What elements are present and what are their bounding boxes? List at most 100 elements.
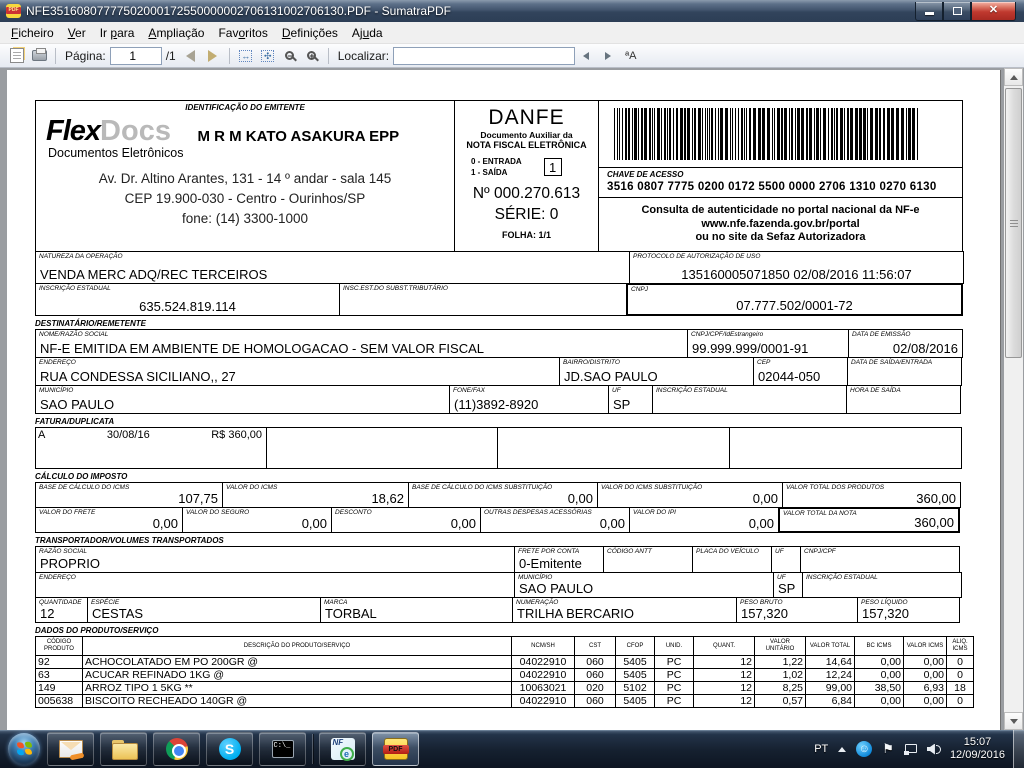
taskbar-separator — [312, 734, 313, 764]
menu-favoritos[interactable]: Favoritos — [211, 23, 274, 43]
find-label: Localizar: — [337, 48, 390, 63]
produto-cell: 0,57 — [754, 694, 806, 708]
minimize-button[interactable] — [915, 1, 943, 21]
chave-acesso-valor: 3516 0807 7775 0200 0172 5500 0000 2706 … — [607, 181, 937, 193]
menu-ficheiro[interactable]: Ficheiro — [4, 23, 61, 43]
produtos-header-cell: CÓDIGO PRODUTO — [35, 636, 83, 656]
menu-defini-es[interactable]: Definições — [275, 23, 345, 43]
menu-ir-para[interactable]: Ir para — [93, 23, 142, 43]
produto-cell: ARROZ TIPO 1 5KG ** — [82, 681, 512, 695]
produto-cell: ACUCAR REFINADO 1KG @ — [82, 668, 512, 682]
open-file-button[interactable] — [6, 46, 28, 66]
produto-cell: 060 — [574, 694, 616, 708]
field-dest-cep: CEP 02044-050 — [753, 357, 848, 386]
system-tray: PT ☺ ⚑ 15:07 12/09/2016 — [809, 730, 1024, 768]
zoom-out-icon: − — [285, 51, 295, 61]
scroll-up-button[interactable] — [1004, 68, 1023, 86]
show-hidden-icons-button[interactable] — [838, 746, 847, 752]
chrome-icon — [165, 738, 188, 760]
section-imposto: CÁLCULO DO IMPOSTO — [35, 472, 128, 481]
restore-button[interactable] — [943, 1, 971, 21]
produto-cell: 12,24 — [805, 668, 855, 682]
find-input[interactable] — [393, 46, 576, 65]
fit-page-button[interactable]: ✣ — [257, 46, 279, 66]
next-page-button[interactable] — [202, 46, 224, 66]
fit-width-icon: ↔ — [239, 49, 253, 62]
volume-icon[interactable] — [926, 743, 941, 755]
produto-cell: 04022910 — [511, 655, 575, 669]
produto-cell: 92 — [35, 655, 83, 669]
prev-page-button[interactable] — [180, 46, 202, 66]
zoom-out-button[interactable]: − — [279, 46, 301, 66]
taskbar-sumatrapdf-button[interactable] — [372, 732, 419, 766]
taskbar-explorer-button[interactable] — [100, 732, 147, 766]
produto-cell: 060 — [574, 668, 616, 682]
field-cnpj: CNPJ 07.777.502/0001-72 — [626, 283, 963, 316]
network-icon[interactable] — [903, 743, 917, 755]
danfe-box: DANFE Documento Auxiliar da NOTA FISCAL … — [454, 100, 599, 252]
print-icon — [31, 48, 47, 61]
find-next-button[interactable] — [597, 46, 619, 66]
fatura-cell: A 30/08/16 R$ 360,00 — [35, 427, 267, 469]
field-insc-estadual: INSCRIÇÃO ESTADUAL 635.524.819.114 — [35, 283, 340, 316]
scrollbar-thumb[interactable] — [1005, 88, 1022, 358]
nfe-icon: NF e — [330, 738, 355, 761]
field-row: QUANTIDADE 12 ESPÉCIE CESTAS MARCA TORBAL NUME… — [35, 597, 965, 623]
print-button[interactable] — [28, 46, 50, 66]
close-button[interactable]: ✕ — [971, 1, 1016, 21]
vertical-scrollbar[interactable] — [1004, 68, 1023, 730]
taskbar-skype-button[interactable]: S — [206, 732, 253, 766]
field-insc-subst: INSC.EST.DO SUBST.TRIBUTÁRIO — [339, 283, 627, 316]
field-vol-especie: ESPÉCIE CESTAS — [87, 597, 321, 623]
produto-cell: PC — [654, 655, 694, 669]
fit-width-button[interactable]: ↔ — [235, 46, 257, 66]
taskbar-mail-button[interactable] — [47, 732, 94, 766]
taskbar-chrome-button[interactable] — [153, 732, 200, 766]
field-transp-frete: FRETE POR CONTA 0-Emitente — [514, 546, 604, 573]
field-dest-municipio: MUNICÍPIO SAO PAULO — [35, 385, 450, 414]
field-transp-municipio: MUNICÍPIO SAO PAULO — [514, 572, 774, 598]
tray-app-icon[interactable]: ☺ — [856, 741, 873, 757]
emitente-title: IDENTIFICAÇÃO DO EMITENTE — [185, 103, 305, 112]
sumatra-pdf-app-icon — [6, 4, 21, 18]
produtos-header-cell: CFOP — [615, 636, 655, 656]
produtos-header-cell: QUANT. — [693, 636, 755, 656]
field-dest-emissao: DATA DE EMISSÃO 02/08/2016 — [848, 329, 963, 358]
show-desktop-button[interactable] — [1013, 730, 1024, 768]
taskbar-cmd-button[interactable]: C:\_ — [259, 732, 306, 766]
produto-cell: 1,02 — [754, 668, 806, 682]
zoom-in-button[interactable]: + — [301, 46, 323, 66]
taskbar-nfe-button[interactable]: NF e — [319, 732, 366, 766]
find-prev-button[interactable] — [575, 46, 597, 66]
clock[interactable]: 15:07 12/09/2016 — [950, 736, 1005, 762]
match-case-icon[interactable]: ªA — [625, 50, 636, 62]
menu-ver[interactable]: Ver — [61, 23, 93, 43]
field-protocolo: PROTOCOLO DE AUTORIZAÇÃO DE USO 135160005… — [629, 251, 964, 284]
scroll-down-button[interactable] — [1004, 712, 1023, 730]
fatura-box: A 30/08/16 R$ 360,00 — [35, 427, 965, 469]
clock-time: 15:07 — [963, 736, 992, 748]
menu-ajuda[interactable]: Ajuda — [345, 23, 390, 43]
field-transp-uf1: UF — [771, 546, 801, 573]
action-center-flag-icon[interactable]: ⚑ — [882, 741, 894, 757]
language-indicator[interactable]: PT — [814, 743, 828, 755]
field-vol-qtd: QUANTIDADE 12 — [35, 597, 88, 623]
field-transp-antt: CÓDIGO ANTT — [603, 546, 693, 573]
field-row: MUNICÍPIO SAO PAULO FONE/FAX (11)3892-8920 U… — [35, 385, 965, 414]
logo-subtitle: Documentos Eletrônicos — [48, 146, 184, 160]
produto-cell: 12 — [693, 668, 755, 682]
produto-cell: 18 — [946, 681, 974, 695]
page-input[interactable] — [109, 46, 162, 65]
danfe-title: DANFE — [488, 106, 565, 129]
field-valor-subst: VALOR DO ICMS SUBSTITUIÇÃO 0,00 — [597, 482, 783, 508]
field-dest-bairro: BAIRRO/DISTRITO JD.SAO PAULO — [559, 357, 754, 386]
section-produtos: DADOS DO PRODUTO/SERVIÇO — [35, 626, 159, 635]
start-button[interactable] — [4, 731, 44, 767]
clock-date: 12/09/2016 — [949, 749, 1005, 761]
field-vol-marca: MARCA TORBAL — [320, 597, 513, 623]
menu-amplia-o[interactable]: Ampliação — [141, 23, 211, 43]
produto-cell: 63 — [35, 668, 83, 682]
section-destinatario: DESTINATÁRIO/REMETENTE — [35, 319, 146, 328]
field-seguro: VALOR DO SEGURO 0,00 — [182, 507, 332, 533]
flexdocs-logo: FlexDocs Documentos Eletrônicos — [46, 115, 184, 161]
